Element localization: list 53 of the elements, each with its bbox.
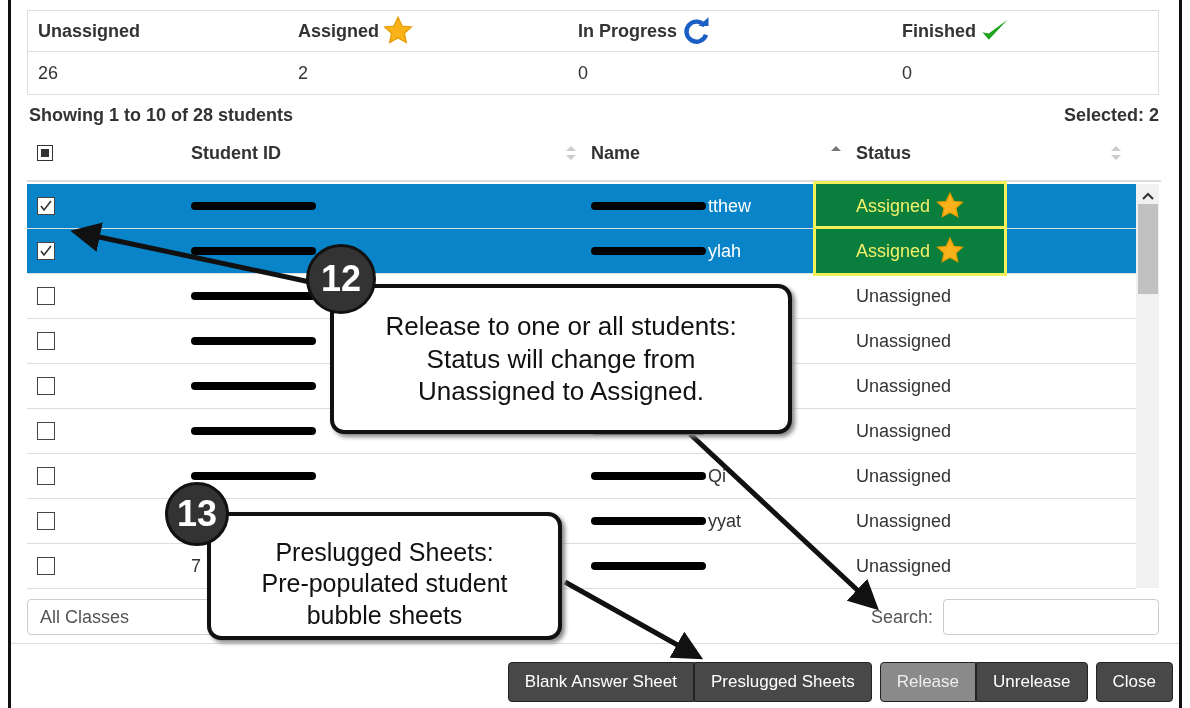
status-text: Unassigned: [856, 420, 952, 442]
scrollbar[interactable]: [1136, 184, 1159, 588]
name-fragment: Qi: [708, 465, 726, 487]
name-fragment: yyat: [708, 510, 741, 532]
scroll-thumb[interactable]: [1137, 204, 1158, 294]
row-checkbox[interactable]: [37, 422, 55, 440]
star-icon: [383, 16, 414, 46]
selected-row[interactable]: tthew Assigned: [27, 184, 1136, 229]
summary-header: Unassigned: [38, 20, 141, 42]
refresh-icon: [681, 16, 712, 46]
star-icon: [936, 192, 965, 220]
status-text: Unassigned: [856, 555, 952, 577]
summary-value: 26: [38, 62, 59, 84]
row-checkbox[interactable]: [37, 287, 55, 305]
showing-text: Showing 1 to 10 of 28 students: [29, 105, 294, 126]
status-text: Assigned: [856, 195, 931, 217]
name-fragment: ylah: [708, 240, 742, 262]
action-button[interactable]: Close: [1095, 662, 1173, 702]
callout-text: Release to one or all students: Status will change from Unassigned to Assigned.: [384, 310, 738, 408]
star-icon: [936, 237, 965, 265]
select-all-checkbox[interactable]: [37, 145, 53, 161]
step-badge: 13: [165, 482, 229, 546]
status-text: Unassigned: [856, 330, 952, 352]
column-header[interactable]: Name: [591, 142, 641, 164]
selected-count: Selected: 2: [1063, 105, 1159, 126]
row-checkbox[interactable]: [37, 557, 55, 575]
row-checkbox[interactable]: [37, 242, 55, 260]
row-checkbox[interactable]: [37, 197, 55, 215]
action-button[interactable]: Blank Answer Sheet: [507, 662, 694, 702]
action-button[interactable]: Preslugged Sheets: [694, 662, 872, 702]
row-checkbox[interactable]: [37, 512, 55, 530]
search-field[interactable]: [943, 599, 1159, 635]
row-checkbox[interactable]: [37, 377, 55, 395]
student-id-fragment: 7: [191, 555, 201, 577]
name-fragment: tthew: [708, 195, 752, 217]
status-text: Unassigned: [856, 285, 952, 307]
scroll-up-icon[interactable]: [1141, 192, 1154, 200]
summary-header: In Progress: [578, 20, 678, 42]
summary-value: 0: [902, 62, 912, 84]
summary-value: 2: [298, 62, 308, 84]
action-button[interactable]: Unrelease: [976, 662, 1088, 702]
summary-header: Finished: [902, 20, 976, 42]
summary-header: Assigned: [298, 20, 380, 42]
column-header[interactable]: Status: [856, 142, 911, 164]
search-label: Search:: [870, 606, 933, 628]
summary-value: 0: [578, 62, 588, 84]
row-checkbox[interactable]: [37, 332, 55, 350]
status-text: Unassigned: [856, 465, 952, 487]
row-checkbox[interactable]: [37, 467, 55, 485]
column-header[interactable]: Student ID: [191, 142, 281, 164]
status-text: Unassigned: [856, 375, 952, 397]
status-text: Assigned: [856, 240, 931, 262]
status-text: Unassigned: [856, 510, 952, 532]
